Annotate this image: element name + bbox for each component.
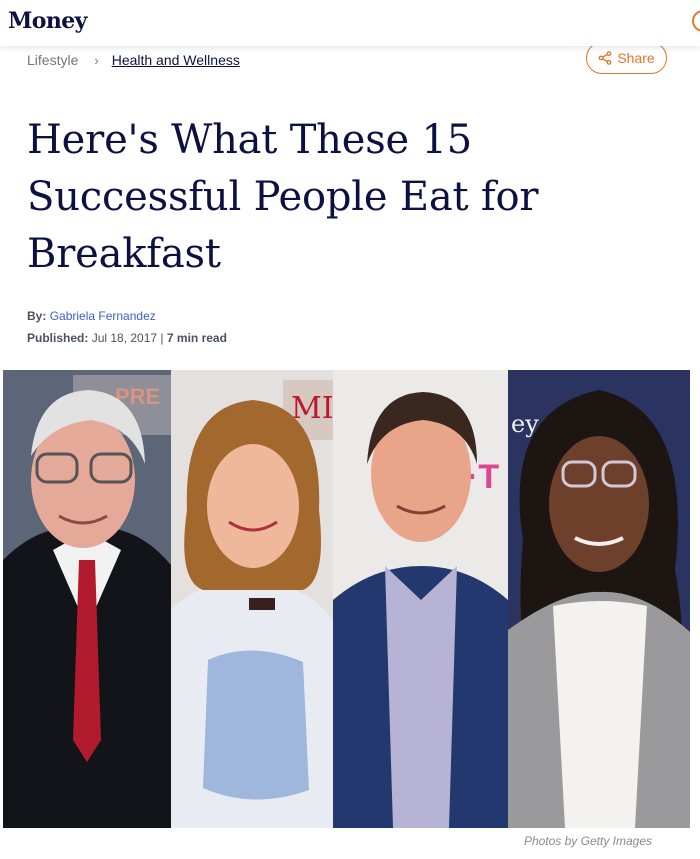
portrait-panel-4: ey: [508, 370, 690, 828]
published-date: Jul 18, 2017: [91, 331, 158, 345]
author-link[interactable]: Gabriela Fernandez: [50, 309, 156, 323]
portrait-panel-2: MI: [171, 370, 334, 828]
share-label: Share: [617, 50, 655, 66]
byline: By: Gabriela Fernandez: [27, 309, 156, 323]
top-navigation-bar: Money: [0, 0, 700, 46]
meta-divider: |: [160, 331, 164, 345]
article-title: Here's What These 15 Successful People E…: [27, 117, 539, 277]
published-label: Published:: [27, 331, 89, 345]
portrait-panel-1: PRE: [3, 370, 171, 828]
breadcrumb: Lifestyle › Health and Wellness: [27, 50, 240, 70]
hero-image: PRE MI ·T ey: [3, 370, 690, 828]
breadcrumb-lifestyle[interactable]: Lifestyle: [27, 52, 78, 68]
chevron-right-icon: ›: [94, 52, 99, 68]
share-icon: [598, 51, 612, 65]
portrait-panel-3: ·T: [333, 370, 508, 828]
hero-collage-illustration: PRE MI ·T ey: [3, 370, 690, 828]
share-button[interactable]: Share: [586, 42, 667, 74]
menu-button-edge[interactable]: [692, 10, 700, 32]
money-logo[interactable]: Money: [8, 8, 87, 34]
read-time: 7 min read: [166, 331, 227, 345]
svg-text:·T: ·T: [467, 458, 499, 496]
breadcrumb-health-and-wellness[interactable]: Health and Wellness: [112, 52, 240, 68]
byline-label: By:: [27, 309, 47, 323]
publish-info: Published: Jul 18, 2017 | 7 min read: [27, 331, 227, 345]
photo-credit: Photos by Getty Images: [523, 834, 652, 848]
